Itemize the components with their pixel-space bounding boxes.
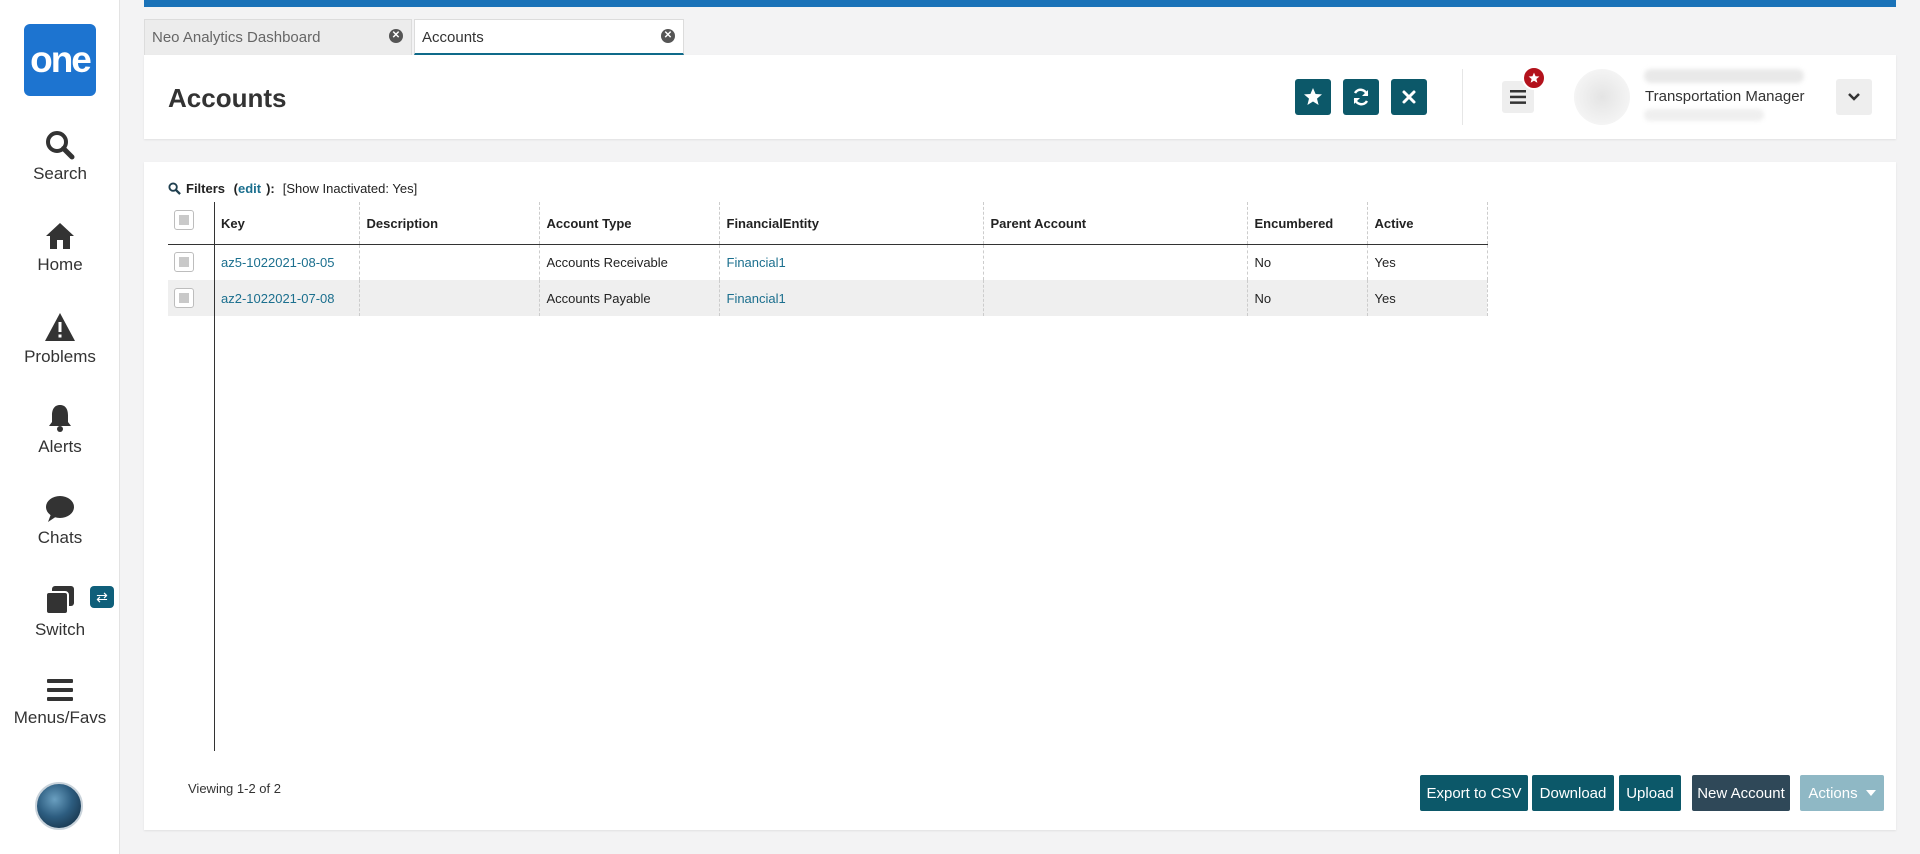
column-header-active[interactable]: Active (1367, 202, 1488, 245)
tab-accounts[interactable]: Accounts ✕ (414, 19, 684, 55)
list-menu-icon (1510, 90, 1526, 104)
account-key-link[interactable]: az2-1022021-07-08 (214, 280, 360, 316)
close-icon (1402, 90, 1416, 104)
user-avatar[interactable] (35, 782, 83, 830)
hamburger-icon (47, 679, 73, 701)
financial-entity-link[interactable]: Financial1 (719, 280, 984, 316)
user-dropdown-button[interactable] (1836, 79, 1872, 115)
actions-button[interactable]: Actions (1800, 775, 1884, 811)
nav-search-label: Search (33, 164, 87, 183)
filters-value: [Show Inactivated: Yes] (282, 181, 418, 196)
description-cell (359, 244, 540, 280)
home-icon (46, 223, 74, 249)
download-button[interactable]: Download (1532, 775, 1614, 811)
row-checkbox[interactable] (174, 288, 194, 308)
chat-icon (46, 496, 74, 522)
nav-home-label: Home (37, 255, 83, 274)
export-csv-button[interactable]: Export to CSV (1420, 775, 1528, 811)
nav-search[interactable]: Search (0, 130, 120, 184)
new-account-button[interactable]: New Account (1692, 775, 1790, 811)
filters-bar: Filters (edit): [Show Inactivated: Yes] (168, 181, 417, 196)
nav-chats-label: Chats (37, 528, 83, 547)
active-cell: Yes (1367, 280, 1488, 316)
warning-icon (45, 313, 75, 341)
column-divider (214, 202, 215, 751)
side-navigation: one Search Home Problems Alerts Chats Sw… (0, 0, 120, 854)
refresh-icon (1353, 88, 1369, 106)
table-row: az2-1022021-07-08 Accounts Payable Finan… (168, 280, 1488, 316)
caret-down-icon (1865, 790, 1876, 796)
column-header-account-type[interactable]: Account Type (539, 202, 720, 245)
nav-alerts[interactable]: Alerts (0, 403, 120, 457)
close-tab-icon[interactable]: ✕ (389, 29, 403, 43)
header-divider (1462, 69, 1463, 125)
nav-switch-label: Switch (34, 620, 86, 639)
accounts-grid-panel: Filters (edit): [Show Inactivated: Yes] … (144, 162, 1896, 830)
table-row: az5-1022021-08-05 Accounts Receivable Fi… (168, 244, 1488, 280)
chevron-down-icon (1848, 93, 1860, 101)
star-icon (1304, 88, 1322, 105)
table-header-row: Key Description Account Type FinancialEn… (168, 202, 1488, 245)
account-key-link[interactable]: az5-1022021-08-05 (214, 244, 360, 280)
user-profile-avatar[interactable] (1574, 69, 1630, 125)
nav-problems-label: Problems (24, 347, 96, 366)
nav-alerts-label: Alerts (38, 437, 82, 456)
account-type-cell: Accounts Payable (539, 280, 720, 316)
accounts-table: Key Description Account Type FinancialEn… (168, 202, 1488, 316)
filters-edit-link[interactable]: edit (238, 181, 261, 196)
encumbered-cell: No (1247, 280, 1368, 316)
bell-icon (49, 405, 71, 432)
switch-arrows-icon[interactable]: ⇄ (90, 586, 114, 608)
row-select-cell (168, 244, 214, 280)
close-tab-icon[interactable]: ✕ (661, 29, 675, 43)
select-all-checkbox[interactable] (174, 210, 194, 230)
top-accent-bar (144, 0, 1896, 7)
tab-neo-analytics-dashboard[interactable]: Neo Analytics Dashboard ✕ (144, 19, 412, 55)
description-cell (359, 280, 540, 316)
active-cell: Yes (1367, 244, 1488, 280)
row-checkbox[interactable] (174, 252, 194, 273)
user-role: Transportation Manager (1645, 88, 1805, 105)
badge-star-icon (1528, 72, 1540, 83)
nav-menus-favs-label: Menus/Favs (13, 708, 107, 727)
one-logo[interactable]: one (24, 24, 96, 96)
viewing-count: Viewing 1-2 of 2 (188, 781, 281, 796)
page-header: Accounts Transportation Manager (144, 55, 1896, 139)
account-type-cell: Accounts Receivable (539, 244, 720, 280)
encumbered-cell: No (1247, 244, 1368, 280)
nav-menus-favs[interactable]: Menus/Favs (0, 676, 120, 728)
column-header-encumbered[interactable]: Encumbered (1247, 202, 1368, 245)
tab-label: Accounts (422, 29, 484, 46)
switch-icon (45, 586, 74, 615)
page-title: Accounts (168, 83, 287, 113)
parent-account-cell (983, 280, 1248, 316)
actions-label: Actions (1808, 784, 1858, 802)
filter-search-icon (168, 182, 181, 195)
upload-button[interactable]: Upload (1619, 775, 1681, 811)
favorite-button[interactable] (1295, 79, 1331, 115)
financial-entity-link[interactable]: Financial1 (719, 244, 984, 280)
select-all-cell (168, 202, 214, 245)
tab-label: Neo Analytics Dashboard (152, 29, 321, 46)
filters-label: Filters (186, 181, 226, 196)
parent-account-cell (983, 244, 1248, 280)
nav-problems[interactable]: Problems (0, 311, 120, 367)
column-header-parent-account[interactable]: Parent Account (983, 202, 1248, 245)
nav-chats[interactable]: Chats (0, 494, 120, 548)
row-select-cell (168, 280, 214, 316)
user-name-redacted (1644, 69, 1804, 83)
refresh-button[interactable] (1343, 79, 1379, 115)
search-icon (46, 131, 75, 160)
column-header-description[interactable]: Description (359, 202, 540, 245)
user-org-redacted (1644, 109, 1764, 121)
column-header-financial-entity[interactable]: FinancialEntity (719, 202, 984, 245)
close-page-button[interactable] (1391, 79, 1427, 115)
nav-home[interactable]: Home (0, 221, 120, 275)
notification-badge-icon (1522, 66, 1546, 90)
column-header-key[interactable]: Key (214, 202, 360, 245)
